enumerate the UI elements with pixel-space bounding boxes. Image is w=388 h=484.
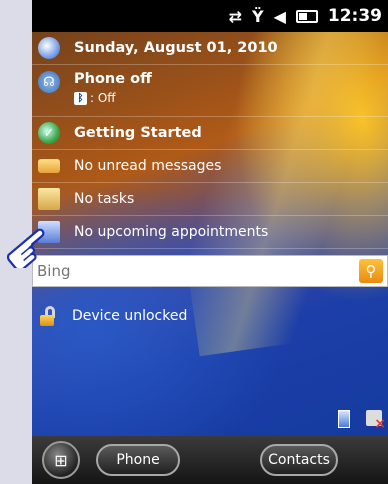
today-item-phone[interactable]: ☊ Phone off ᛒ : Off [32,65,388,117]
clock-icon [38,37,60,59]
device-screen: ⇄ Ÿ ◀ 12:39 Sunday, August 01, 2010 ☊ Ph… [32,0,388,484]
today-list: Sunday, August 01, 2010 ☊ Phone off ᛒ : … [32,32,388,249]
today-item-lock[interactable]: Device unlocked [38,306,187,326]
start-button[interactable]: ⊞ [42,441,80,479]
windows-logo-icon: ⊞ [54,450,68,470]
search-bar: ⚲ [32,255,388,287]
clock-time: 12:39 [327,6,382,26]
lock-status-label: Device unlocked [72,308,188,324]
bluetooth-icon: ᛒ [74,91,87,105]
date-label: Sunday, August 01, 2010 [74,40,278,56]
pointing-hand-icon [7,228,45,268]
data-arrows-icon: ⇄ [228,6,242,26]
getting-started-label: Getting Started [74,125,202,141]
today-item-appointments[interactable]: No upcoming appointments [32,216,388,249]
device-icon[interactable] [338,410,350,428]
bluetooth-status: : Off [90,91,116,105]
getting-started-icon: ✓ [38,122,60,144]
mail-icon [38,159,60,173]
tasks-icon [38,188,60,210]
today-item-messages[interactable]: No unread messages [32,150,388,183]
today-item-date[interactable]: Sunday, August 01, 2010 [32,32,388,65]
search-go-button[interactable]: ⚲ [359,259,383,283]
wireless-icon: ☊ [38,71,60,93]
messages-label: No unread messages [74,158,222,174]
appointments-label: No upcoming appointments [74,224,269,240]
phone-status-label: Phone off [74,71,152,87]
phone-softkey[interactable]: Phone [96,444,180,476]
no-signal-icon: Ÿ [251,6,264,26]
search-input[interactable] [33,256,359,286]
softkey-bar: ⊞ Phone Contacts [32,436,388,484]
tasks-label: No tasks [74,191,135,207]
connection-off-icon[interactable] [366,410,386,432]
notification-tray [338,410,386,432]
battery-icon [295,9,318,23]
today-item-tasks[interactable]: No tasks [32,183,388,216]
contacts-softkey[interactable]: Contacts [260,444,338,476]
today-item-getting-started[interactable]: ✓ Getting Started [32,117,388,150]
speaker-icon: ◀ [273,6,286,26]
status-bar[interactable]: ⇄ Ÿ ◀ 12:39 [32,0,388,32]
search-icon: ⚲ [365,262,377,280]
unlock-icon [38,306,56,326]
